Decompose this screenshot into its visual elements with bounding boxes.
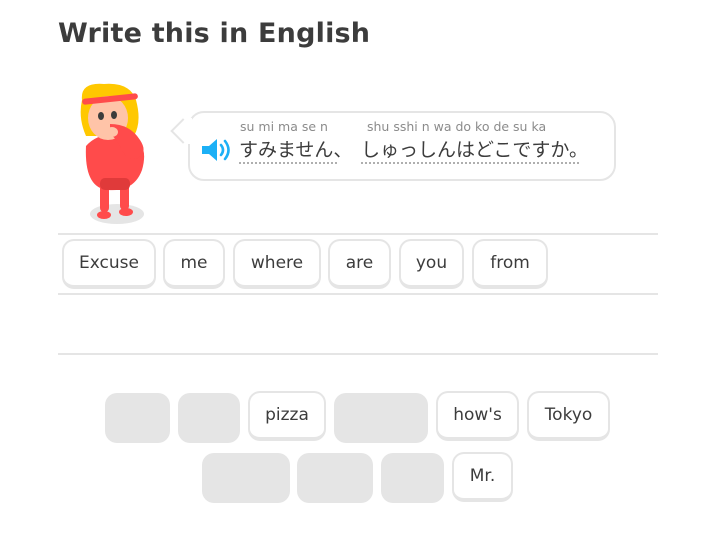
answer-word-you[interactable]: you: [399, 239, 464, 289]
word-bank-empty-slot: [381, 453, 444, 503]
answer-word-are[interactable]: are: [328, 239, 391, 289]
word-bank-empty-slot: [178, 393, 240, 443]
answer-line-top: [58, 233, 658, 235]
prompt-token[interactable]: su mi ma se n すみません、: [239, 119, 357, 169]
character-illustration: [80, 83, 145, 224]
word-bank-empty-slot: [334, 393, 428, 443]
romaji-hint: shu sshi n wa do ko de su ka: [367, 119, 547, 134]
page-title: Write this in English: [58, 18, 371, 49]
kana-text: すみません、: [239, 139, 353, 161]
answer-word-excuse[interactable]: Excuse: [62, 239, 156, 289]
word-bank-empty-slot: [297, 453, 373, 503]
answer-word-me[interactable]: me: [163, 239, 225, 289]
answer-word-from[interactable]: from: [472, 239, 548, 289]
answer-line-bottom: [58, 353, 658, 355]
word-bank-mr[interactable]: Mr.: [452, 452, 513, 502]
kana-text: しゅっしんはどこですか。: [361, 139, 589, 161]
word-bank-empty-slot: [105, 393, 170, 443]
dotted-underline: [361, 162, 579, 164]
answer-line-middle: [58, 293, 658, 295]
word-bank-hows[interactable]: how's: [436, 391, 519, 441]
prompt-token[interactable]: shu sshi n wa do ko de su ka しゅっしんはどこですか…: [361, 119, 591, 169]
dotted-underline: [239, 162, 337, 164]
word-bank-tokyo[interactable]: Tokyo: [527, 391, 610, 441]
answer-word-where[interactable]: where: [233, 239, 321, 289]
word-bank-pizza[interactable]: pizza: [248, 391, 326, 441]
speaker-icon[interactable]: [200, 136, 234, 164]
romaji-hint: su mi ma se n: [240, 119, 328, 134]
word-bank-empty-slot: [202, 453, 290, 503]
